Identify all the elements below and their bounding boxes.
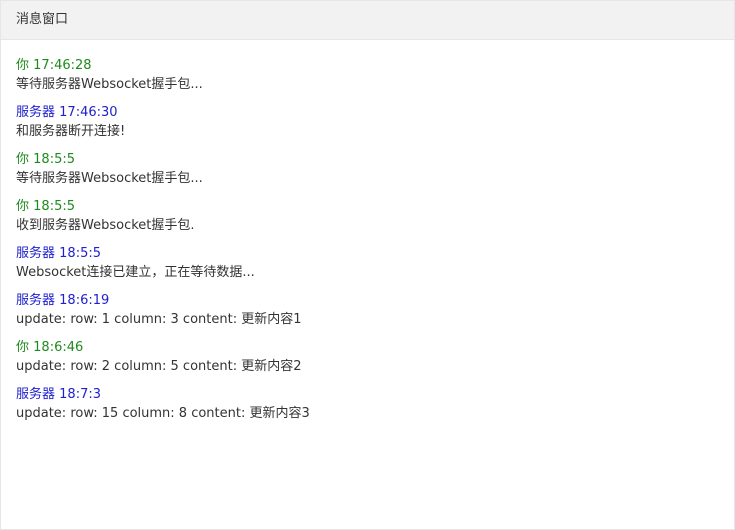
message-time: 18:5:5: [59, 246, 101, 261]
message-item: 服务器 18:5:5 Websocket连接已建立，正在等待数据...: [16, 244, 719, 282]
message-time: 18:6:19: [59, 293, 110, 308]
message-header: 你 17:46:28: [16, 56, 719, 75]
message-item: 你 18:6:46 update: row: 2 column: 5 conte…: [16, 338, 719, 376]
message-item: 你 18:5:5 收到服务器Websocket握手包.: [16, 197, 719, 235]
message-item: 服务器 17:46:30 和服务器断开连接!: [16, 103, 719, 141]
message-time: 17:46:28: [33, 58, 92, 73]
message-sender: 服务器: [16, 293, 56, 308]
message-time: 18:5:5: [33, 199, 75, 214]
message-text: 和服务器断开连接!: [16, 124, 126, 139]
message-text: 收到服务器Websocket握手包.: [16, 218, 195, 233]
message-text: update: row: 2 column: 5 content: 更新内容2: [16, 359, 302, 374]
message-item: 服务器 18:7:3 update: row: 15 column: 8 con…: [16, 385, 719, 423]
message-item: 你 18:5:5 等待服务器Websocket握手包...: [16, 150, 719, 188]
message-sender: 服务器: [16, 105, 56, 120]
message-header: 服务器 18:6:19: [16, 291, 719, 310]
message-time: 18:7:3: [59, 387, 101, 402]
message-item: 你 17:46:28 等待服务器Websocket握手包...: [16, 56, 719, 94]
message-text: update: row: 15 column: 8 content: 更新内容3: [16, 406, 310, 421]
message-text: 等待服务器Websocket握手包...: [16, 77, 203, 92]
message-sender: 你: [16, 152, 30, 167]
message-text: 等待服务器Websocket握手包...: [16, 171, 203, 186]
message-window: 消息窗口 你 17:46:28 等待服务器Websocket握手包... 服务器…: [0, 0, 735, 530]
message-sender: 你: [16, 58, 30, 73]
message-header: 服务器 18:7:3: [16, 385, 719, 404]
message-time: 18:5:5: [33, 152, 75, 167]
message-header: 你 18:5:5: [16, 150, 719, 169]
message-item: 服务器 18:6:19 update: row: 1 column: 3 con…: [16, 291, 719, 329]
message-time: 17:46:30: [59, 105, 118, 120]
message-text: update: row: 1 column: 3 content: 更新内容1: [16, 312, 302, 327]
message-text: Websocket连接已建立，正在等待数据...: [16, 265, 255, 280]
message-list[interactable]: 你 17:46:28 等待服务器Websocket握手包... 服务器 17:4…: [1, 40, 734, 423]
message-sender: 你: [16, 340, 30, 355]
message-header: 服务器 18:5:5: [16, 244, 719, 263]
message-header: 你 18:5:5: [16, 197, 719, 216]
message-sender: 服务器: [16, 387, 56, 402]
message-header: 你 18:6:46: [16, 338, 719, 357]
message-time: 18:6:46: [33, 340, 84, 355]
message-sender: 服务器: [16, 246, 56, 261]
message-header: 服务器 17:46:30: [16, 103, 719, 122]
message-sender: 你: [16, 199, 30, 214]
window-title: 消息窗口: [1, 1, 734, 40]
